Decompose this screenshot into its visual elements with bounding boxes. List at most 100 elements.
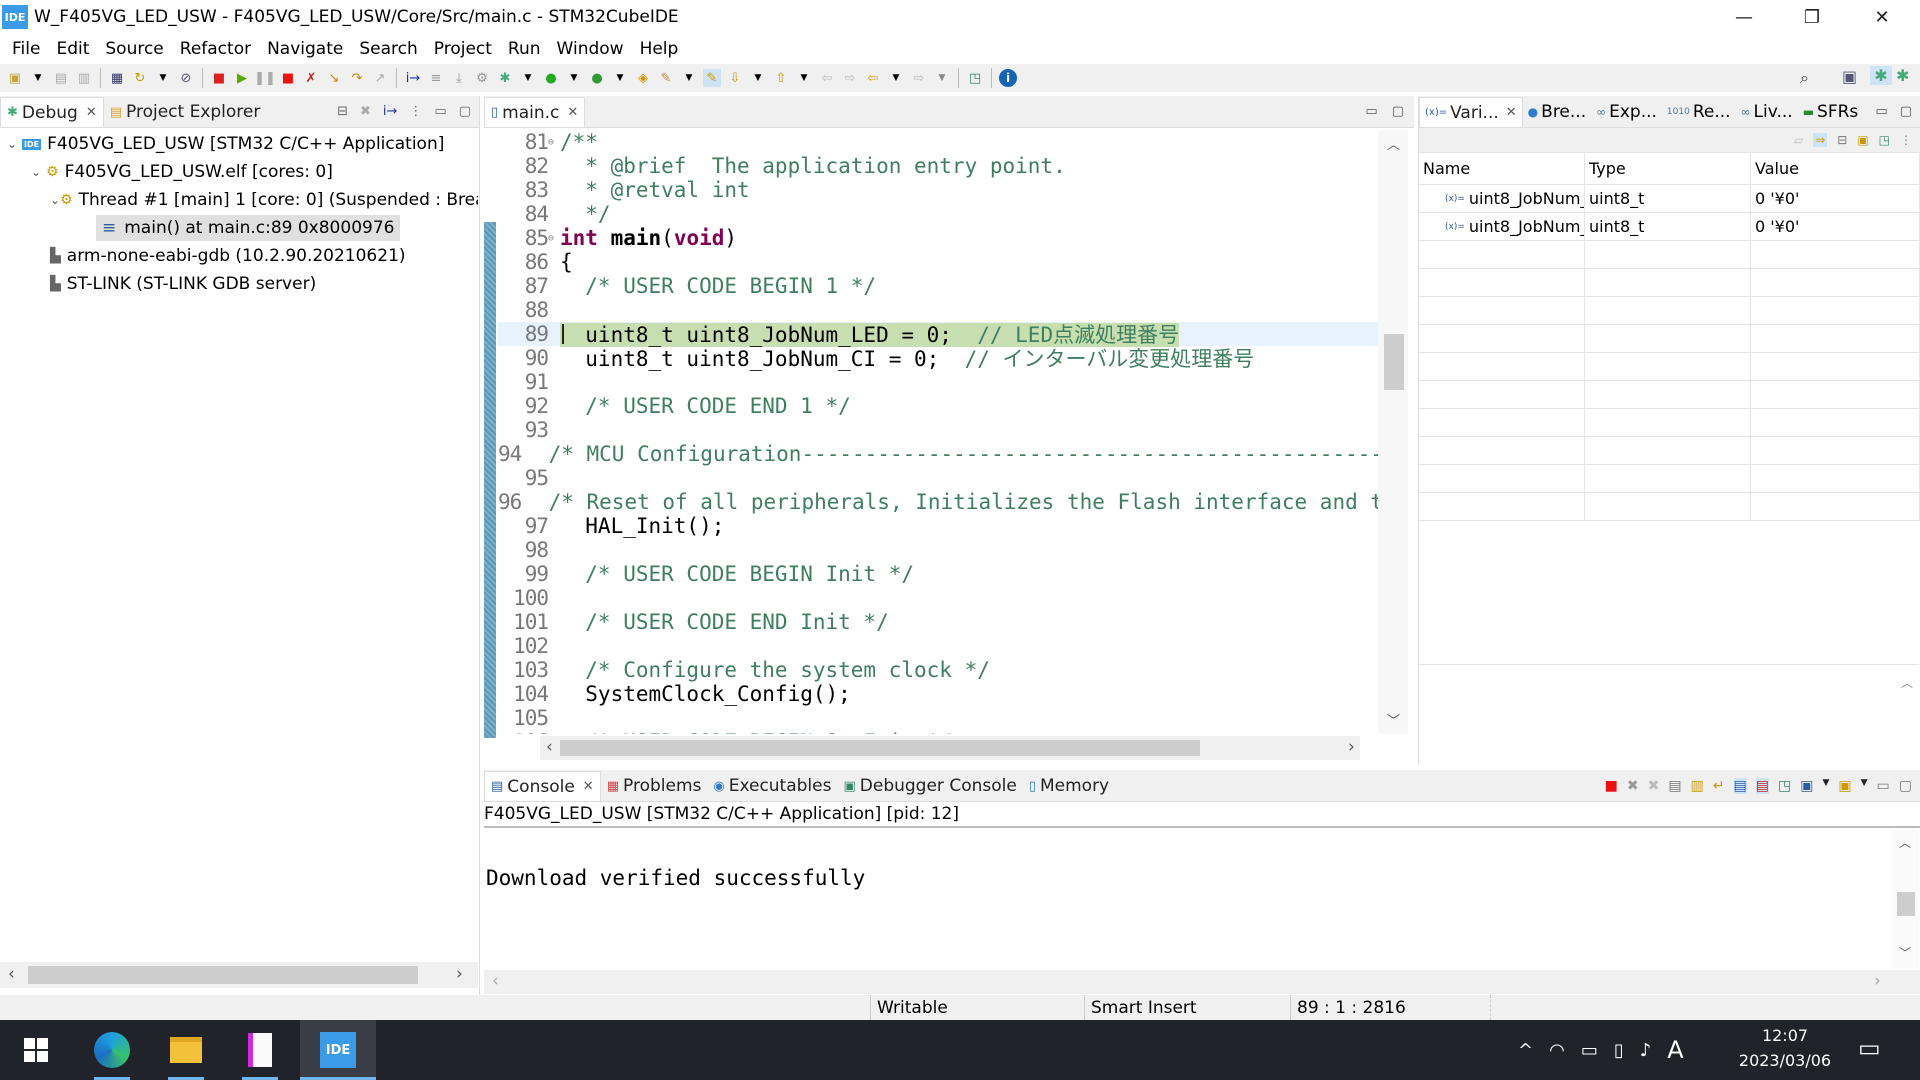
clock[interactable]: 12:07 2023/03/06	[1730, 1026, 1840, 1070]
tree-item-thread[interactable]: ⌄ ⚙ Thread #1 [main] 1 [core: 0] (Suspen…	[0, 186, 478, 214]
menu-navigate[interactable]: Navigate	[259, 39, 351, 59]
show-on-stdout-icon[interactable]: ▤	[1733, 778, 1747, 794]
code-line[interactable]: 95	[498, 466, 1378, 490]
menu-window[interactable]: Window	[549, 39, 632, 59]
menu-help[interactable]: Help	[632, 39, 687, 59]
scroll-up-icon[interactable]: ︿	[1899, 834, 1911, 851]
collapse-all-icon[interactable]: ⊟	[1837, 133, 1847, 147]
step-into-icon[interactable]: ↘	[325, 69, 343, 87]
tree-item-stack-frame[interactable]: ≡ main() at main.c:89 0x8000976	[0, 214, 478, 242]
maximize-view-icon[interactable]: ▢	[1900, 104, 1912, 119]
console-output[interactable]: Download verified successfully	[484, 828, 1920, 890]
debug-icon[interactable]: ✱	[496, 69, 514, 87]
remove-launch-icon[interactable]: ✖	[1627, 778, 1639, 794]
menu-file[interactable]: File	[4, 39, 48, 59]
menu-edit[interactable]: Edit	[48, 39, 97, 59]
scrollbar-thumb[interactable]	[1897, 892, 1915, 916]
use-step-filters-icon[interactable]: ≡	[427, 69, 445, 87]
scroll-right-icon[interactable]: ›	[1874, 971, 1881, 991]
scroll-left-icon[interactable]: ‹	[546, 737, 553, 757]
code-line[interactable]: 91	[498, 370, 1378, 394]
line-number[interactable]: 82	[498, 154, 549, 178]
tab-debugger-console[interactable]: ▣ Debugger Console	[837, 771, 1022, 801]
dropdown-icon[interactable]: ▼	[933, 69, 951, 87]
code-line[interactable]: 98	[498, 538, 1378, 562]
maximize-view-icon[interactable]: ▢	[1392, 104, 1404, 119]
pin-console-icon[interactable]: ◳	[1778, 778, 1791, 794]
code-line[interactable]: 93	[498, 418, 1378, 442]
line-number[interactable]: 88	[498, 298, 549, 322]
code-line[interactable]: 90 uint8_t uint8_JobNum_CI = 0; // インターバ…	[498, 346, 1378, 371]
toggle-type-icon[interactable]: ▱	[1794, 133, 1803, 147]
code-line[interactable]: 100	[498, 586, 1378, 610]
menu-project[interactable]: Project	[426, 39, 500, 59]
minimize-view-icon[interactable]: ▭	[1875, 104, 1887, 119]
taskbar-edge[interactable]	[76, 1024, 148, 1080]
column-header-name[interactable]: Name	[1419, 153, 1585, 184]
table-row[interactable]: (x)= uint8_JobNum_ uint8_t 0 '¥0'	[1419, 185, 1920, 213]
maximize-view-icon[interactable]: ▢	[1899, 778, 1912, 794]
code-line[interactable]: 84 */	[498, 202, 1378, 226]
open-task-icon[interactable]: ✎	[657, 69, 675, 87]
save-all-icon[interactable]: ▥	[75, 69, 93, 87]
resume-icon[interactable]: ▶	[233, 69, 251, 87]
line-number[interactable]: 98	[498, 538, 549, 562]
dropdown-icon[interactable]: ▼	[887, 69, 905, 87]
terminate-relaunch-icon[interactable]: ■	[210, 69, 228, 87]
instruction-stepping-icon[interactable]: i→	[383, 104, 398, 119]
line-number[interactable]: 105	[498, 706, 549, 730]
line-number[interactable]: 89	[498, 322, 549, 346]
dropdown-icon[interactable]: ▼	[1861, 778, 1868, 794]
close-button[interactable]: ✕	[1854, 0, 1910, 34]
line-number[interactable]: 94	[498, 442, 522, 466]
volume-icon[interactable]: ♪	[1640, 1040, 1652, 1061]
code-line[interactable]: 105	[498, 706, 1378, 730]
suspend-icon[interactable]: ❚❚	[254, 69, 276, 87]
minimize-view-icon[interactable]: ▭	[434, 104, 446, 119]
display-console-icon[interactable]: ▣	[1800, 778, 1813, 794]
code-line[interactable]: 97 HAL_Init();	[498, 514, 1378, 538]
maximize-view-icon[interactable]: ▢	[459, 104, 471, 119]
dropdown-icon[interactable]: ▼	[154, 69, 172, 87]
fold-toggle-icon[interactable]: ⊖	[548, 233, 558, 244]
tab-variables[interactable]: (x)= Vari... ✕	[1419, 97, 1523, 127]
line-number[interactable]: 84	[498, 202, 549, 226]
variable-value[interactable]: 0 '¥0'	[1751, 213, 1920, 240]
skip-breakpoints-icon[interactable]: ⊘	[177, 69, 195, 87]
code-line[interactable]: 102	[498, 634, 1378, 658]
code-line[interactable]: 96 /* Reset of all peripherals, Initiali…	[498, 490, 1378, 514]
forward-edit-icon[interactable]: ⇨	[841, 69, 859, 87]
save-icon[interactable]: ▤	[52, 69, 70, 87]
dropdown-icon[interactable]: ▼	[680, 69, 698, 87]
column-header-value[interactable]: Value	[1751, 153, 1920, 184]
pin-icon[interactable]: ◳	[1879, 133, 1890, 147]
line-number[interactable]: 86	[498, 250, 549, 274]
scrollbar-thumb[interactable]	[28, 966, 418, 984]
terminate-icon[interactable]: ■	[1605, 778, 1618, 794]
tab-project-explorer[interactable]: ▤ Project Explorer	[104, 97, 267, 127]
minimize-view-icon[interactable]: ▭	[1877, 778, 1890, 794]
tab-problems[interactable]: ▦ Problems	[601, 771, 708, 801]
wifi-icon[interactable]: ◠	[1549, 1040, 1565, 1061]
line-number[interactable]: 91	[498, 370, 549, 394]
scroll-left-icon[interactable]: ‹	[8, 964, 15, 984]
line-number[interactable]: 96	[498, 490, 522, 514]
open-type-icon[interactable]: ◈	[634, 69, 652, 87]
external-tools-icon[interactable]: ●	[588, 69, 606, 87]
code-line[interactable]: 82 * @brief The application entry point.	[498, 154, 1378, 178]
tab-main-c[interactable]: ▯ main.c ✕	[484, 97, 586, 127]
table-row[interactable]: (x)= uint8_JobNum_ uint8_t 0 '¥0'	[1419, 213, 1920, 241]
scroll-right-icon[interactable]: ›	[456, 964, 463, 984]
start-button[interactable]	[0, 1024, 72, 1076]
line-number[interactable]: 85	[498, 226, 549, 250]
line-number[interactable]: 83	[498, 178, 549, 202]
menu-search[interactable]: Search	[351, 39, 425, 59]
scroll-up-icon[interactable]: ︿	[1901, 674, 1913, 691]
scrollbar-thumb[interactable]	[1384, 334, 1404, 390]
open-perspective-icon[interactable]: ▣	[1842, 67, 1857, 86]
scroll-down-icon[interactable]: ﹀	[1899, 944, 1911, 961]
chevron-down-icon[interactable]: ⌄	[2, 137, 22, 151]
view-menu-icon[interactable]: ⋮	[1900, 133, 1912, 147]
back-icon[interactable]: ⇦	[864, 69, 882, 87]
line-number[interactable]: 100	[498, 586, 549, 610]
